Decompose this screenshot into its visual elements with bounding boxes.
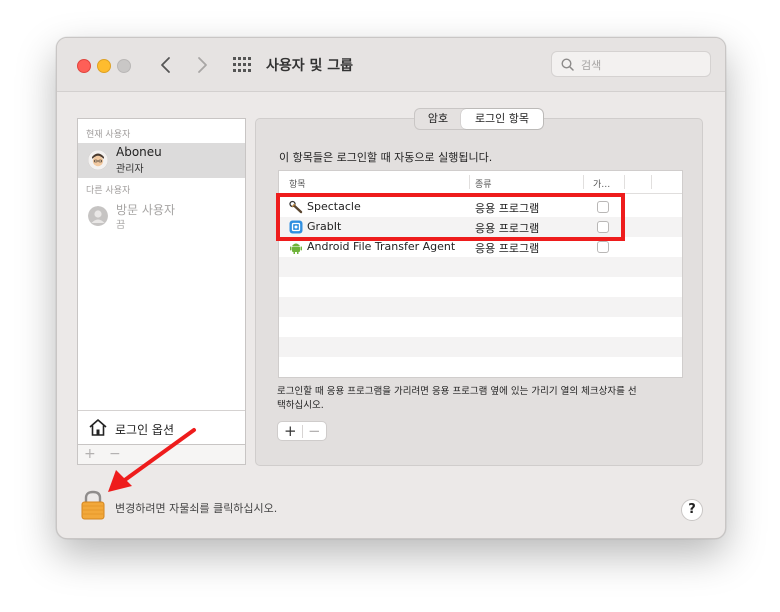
search-icon [561,58,574,71]
hide-checkbox[interactable] [597,241,609,253]
android-icon [290,243,302,254]
add-login-item-button[interactable]: + [284,422,297,440]
column-divider [651,175,652,189]
column-divider [583,175,584,189]
column-header-kind[interactable]: 종류 [475,177,492,190]
user-item-aboneu[interactable]: Aboneu 관리자 [78,143,245,178]
forward-button[interactable] [193,54,211,76]
window-title: 사용자 및 그룹 [266,58,354,74]
empty-row [279,257,682,277]
zoom-button[interactable] [117,59,131,73]
back-button[interactable] [157,54,175,76]
divider [302,425,303,438]
close-button[interactable] [77,59,91,73]
lock-hint: 변경하려면 자물쇠를 클릭하십시오. [115,502,278,515]
other-users-header: 다른 사용자 [86,186,131,196]
minimize-button[interactable] [97,59,111,73]
tab-login-items[interactable]: 로그인 항목 [461,109,543,129]
chevron-left-icon [161,57,170,73]
item-kind: 응용 프로그램 [475,242,540,255]
empty-row [279,337,682,357]
tab-password[interactable]: 암호 [415,109,461,129]
highlight-box [276,193,625,241]
column-divider [624,175,625,189]
column-header-item[interactable]: 항목 [289,177,306,190]
empty-row [279,297,682,317]
remove-login-item-button[interactable]: − [308,422,321,440]
user-role: 끔 [116,220,126,231]
user-name: Aboneu [116,145,162,159]
user-list: 현재 사용자 Aboneu 관리자 다른 사용자 방문 사용자 끔 로그인 옵션 [77,118,246,445]
user-role: 관리자 [116,164,144,175]
tab-control: 암호 로그인 항목 [414,108,544,130]
login-items-description: 이 항목들은 로그인할 때 자동으로 실행됩니다. [279,151,493,164]
current-users-header: 현재 사용자 [86,130,131,140]
hide-instructions: 로그인할 때 응용 프로그램을 가리려면 응용 프로그램 옆에 있는 가리기 열… [277,386,637,411]
item-name: Android File Transfer Agent [307,240,456,253]
table-header: 항목 종류 가… [279,171,682,194]
column-header-hide[interactable]: 가… [593,177,610,190]
user-item-guest[interactable]: 방문 사용자 끔 [78,199,245,234]
help-button[interactable]: ? [681,499,703,521]
toolbar: 사용자 및 그룹 [57,38,725,92]
search-input[interactable] [579,55,703,75]
arrow-icon [108,428,196,492]
add-user-button[interactable]: + [84,446,96,462]
column-divider [469,175,470,189]
guest-avatar-icon [88,206,108,226]
login-item-add-remove: + − [277,421,327,441]
show-all-grid-icon[interactable] [233,57,251,73]
search-field[interactable] [551,51,711,77]
chevron-right-icon [198,57,207,73]
avatar [88,150,108,170]
